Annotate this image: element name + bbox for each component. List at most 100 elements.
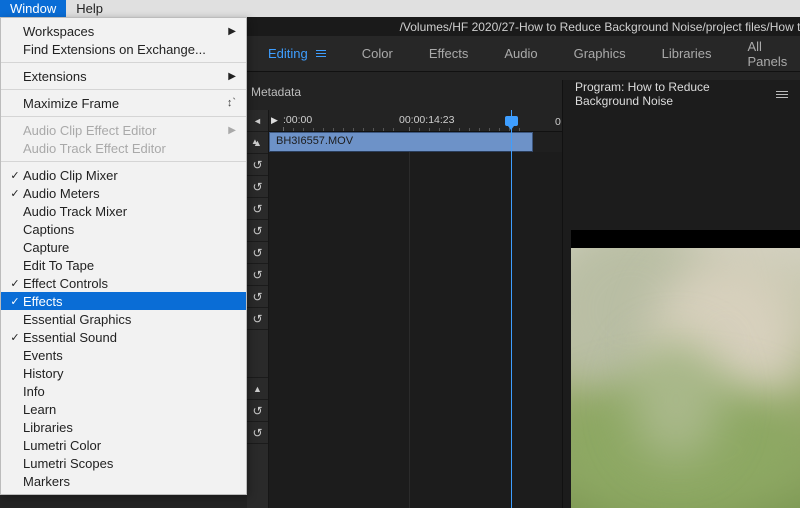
menu-item-label: Info <box>23 384 236 399</box>
workspace-tab-libraries[interactable]: Libraries <box>644 36 730 71</box>
menu-item-label: Libraries <box>23 420 236 435</box>
menu-item-captions[interactable]: Captions <box>1 220 246 238</box>
program-monitor[interactable] <box>571 230 800 508</box>
menu-item-label: Lumetri Scopes <box>23 456 236 471</box>
menu-item-markers[interactable]: Markers <box>1 472 246 490</box>
track-reset-icon-4[interactable]: ↺ <box>247 220 268 242</box>
program-panel: Program: How to Reduce Background Noise <box>562 80 800 508</box>
program-letterbox-top <box>571 230 800 248</box>
play-icon: ▶ <box>271 115 278 126</box>
menu-item-learn[interactable]: Learn <box>1 400 246 418</box>
menu-item-libraries[interactable]: Libraries <box>1 418 246 436</box>
panel-menu-icon[interactable] <box>776 91 788 98</box>
submenu-arrow-icon: ▶ <box>228 26 236 37</box>
menu-item-label: Audio Meters <box>23 186 236 201</box>
window-dropdown: Workspaces ▶ Find Extensions on Exchange..… <box>0 17 247 495</box>
clip-up-icon: ▲ <box>251 137 259 146</box>
menu-item-effect-controls[interactable]: ✓Effect Controls <box>1 274 246 292</box>
menu-item-label: Edit To Tape <box>23 258 236 273</box>
menu-item-find-extensions-on-exchange[interactable]: Find Extensions on Exchange... <box>1 40 246 58</box>
check-icon: ✓ <box>7 187 23 200</box>
menu-item-label: Audio Clip Mixer <box>23 168 236 183</box>
track-reset-icon-5[interactable]: ↺ <box>247 242 268 264</box>
workspace-tab-graphics[interactable]: Graphics <box>556 36 644 71</box>
playhead-knob[interactable] <box>505 116 518 126</box>
timeline-prev-icon[interactable]: ◄ <box>247 110 268 132</box>
menu-item-audio-clip-mixer[interactable]: ✓Audio Clip Mixer <box>1 166 246 184</box>
menu-item-label: Find Extensions on Exchange... <box>23 42 236 57</box>
time-label-0: :00:00 <box>283 114 312 126</box>
menu-accelerator: ↕` <box>227 97 236 109</box>
menu-item-maximize-frame[interactable]: Maximize Frame↕` <box>1 94 246 112</box>
menu-item-label: Workspaces <box>23 24 220 39</box>
menu-item-label: Capture <box>23 240 236 255</box>
menu-item-label: Extensions <box>23 69 220 84</box>
track-reset-icon-6[interactable]: ↺ <box>247 264 268 286</box>
menu-item-label: Audio Track Effect Editor <box>23 141 236 156</box>
panel-tab-metadata[interactable]: Metadata <box>247 85 301 105</box>
menu-item-effects[interactable]: ✓Effects <box>1 292 246 310</box>
submenu-arrow-icon: ▶ <box>228 71 236 82</box>
menu-item-label: Learn <box>23 402 236 417</box>
program-panel-title: Program: How to Reduce Background Noise <box>575 80 776 108</box>
menu-help[interactable]: Help <box>66 0 113 17</box>
menu-item-label: Events <box>23 348 236 363</box>
timeline-clip[interactable]: ▲ BH3I6557.MOV <box>269 132 533 152</box>
menu-item-events[interactable]: Events <box>1 346 246 364</box>
menu-item-lumetri-color[interactable]: Lumetri Color <box>1 436 246 454</box>
workspace-tab-allpanels[interactable]: All Panels <box>729 36 800 71</box>
workspace-tab-effects[interactable]: Effects <box>411 36 487 71</box>
menu-window[interactable]: Window <box>0 0 66 17</box>
menu-item-label: Audio Clip Effect Editor <box>23 123 220 138</box>
menu-item-label: Effect Controls <box>23 276 236 291</box>
menu-item-info[interactable]: Info <box>1 382 246 400</box>
check-icon: ✓ <box>7 331 23 344</box>
menu-item-audio-meters[interactable]: ✓Audio Meters <box>1 184 246 202</box>
timeline-panel: ◄ ▲ ↺ ↺ ↺ ↺ ↺ ↺ ↺ ↺ ▲ ↺ ↺ ▶ :00:00 00:00… <box>247 110 562 508</box>
menu-item-audio-track-mixer[interactable]: Audio Track Mixer <box>1 202 246 220</box>
track-reset-icon-3[interactable]: ↺ <box>247 198 268 220</box>
check-icon: ✓ <box>7 295 23 308</box>
menu-item-extensions[interactable]: Extensions ▶ <box>1 67 246 85</box>
playhead[interactable] <box>511 110 512 508</box>
workspace-tab-editing[interactable]: Editing <box>250 36 344 71</box>
hamburger-icon[interactable] <box>316 50 326 57</box>
check-icon: ✓ <box>7 169 23 182</box>
menu-bar: Window Help <box>0 0 800 17</box>
menu-item-workspaces[interactable]: Workspaces ▶ <box>1 22 246 40</box>
menu-item-capture[interactable]: Capture <box>1 238 246 256</box>
time-label-end: 0 <box>555 116 561 128</box>
track-reset-icon-10[interactable]: ↺ <box>247 422 268 444</box>
track-reset-icon-2[interactable]: ↺ <box>247 176 268 198</box>
menu-item-label: Captions <box>23 222 236 237</box>
menu-item-essential-graphics[interactable]: Essential Graphics <box>1 310 246 328</box>
track-collapse-icon-2[interactable]: ▲ <box>247 378 268 400</box>
menu-item-edit-to-tape[interactable]: Edit To Tape <box>1 256 246 274</box>
menu-item-lumetri-scopes[interactable]: Lumetri Scopes <box>1 454 246 472</box>
time-ruler[interactable]: ▶ :00:00 00:00:14:23 0 <box>269 110 562 132</box>
menu-item-label: Maximize Frame <box>23 96 227 111</box>
project-path-text: /Volumes/HF 2020/27-How to Reduce Backgr… <box>400 20 800 34</box>
submenu-arrow-icon: ▶ <box>228 125 236 136</box>
menu-item-history[interactable]: History <box>1 364 246 382</box>
menu-item-label: Effects <box>23 294 236 309</box>
workspace-tab-audio[interactable]: Audio <box>486 36 555 71</box>
menu-item-label: Markers <box>23 474 236 489</box>
track-reset-icon-1[interactable]: ↺ <box>247 154 268 176</box>
menu-item-label: Essential Graphics <box>23 312 236 327</box>
menu-item-label: Audio Track Mixer <box>23 204 236 219</box>
track-reset-icon-7[interactable]: ↺ <box>247 286 268 308</box>
track-gutter: ◄ ▲ ↺ ↺ ↺ ↺ ↺ ↺ ↺ ↺ ▲ ↺ ↺ <box>247 110 269 508</box>
track-reset-icon-9[interactable]: ↺ <box>247 400 268 422</box>
menu-item-audio-clip-effect-editor: Audio Clip Effect Editor ▶ <box>1 121 246 139</box>
check-icon: ✓ <box>7 277 23 290</box>
tracks-area[interactable] <box>269 152 562 508</box>
track-reset-icon-8[interactable]: ↺ <box>247 308 268 330</box>
time-label-1: 00:00:14:23 <box>399 114 454 126</box>
menu-item-label: History <box>23 366 236 381</box>
menu-item-label: Essential Sound <box>23 330 236 345</box>
program-panel-header: Program: How to Reduce Background Noise <box>563 80 800 108</box>
menu-item-essential-sound[interactable]: ✓Essential Sound <box>1 328 246 346</box>
workspace-tab-color[interactable]: Color <box>344 36 411 71</box>
workspace-tab-label: Editing <box>268 46 308 61</box>
